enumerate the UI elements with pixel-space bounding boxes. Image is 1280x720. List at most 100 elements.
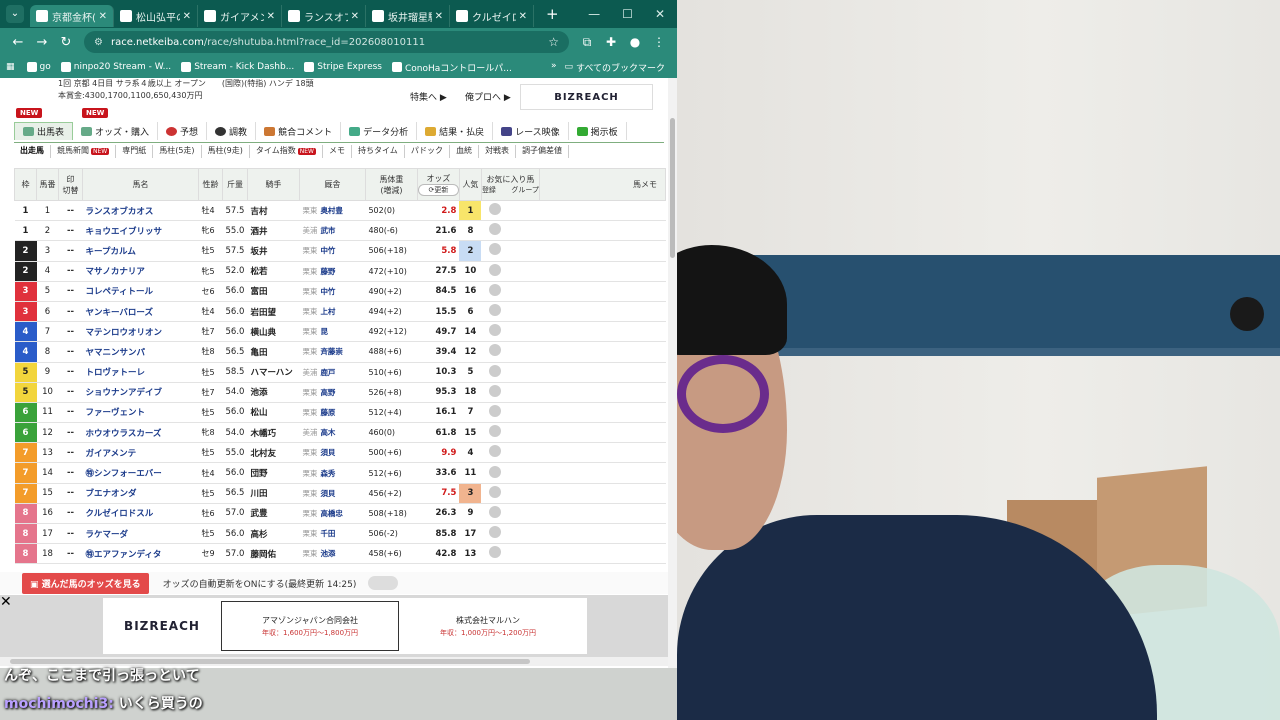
trainer-cell[interactable]: 栗東 藤原 — [299, 402, 366, 424]
close-tab-icon[interactable]: ✕ — [519, 11, 527, 22]
subtab-mochitime[interactable]: 持ちタイム — [352, 145, 405, 158]
trainer-cell[interactable]: 栗東 千田 — [299, 523, 366, 545]
horse-name-link[interactable]: ㊕エアファンディタ — [82, 543, 199, 565]
subtab-shinbun[interactable]: 競馬新聞 NEW — [51, 145, 117, 158]
jockey-link[interactable]: 富田 — [247, 281, 300, 302]
close-tab-icon[interactable]: ✕ — [351, 11, 359, 22]
ad-company[interactable]: アマゾンジャパン合同会社 年収：1,600万円〜1,800万円 — [221, 601, 399, 651]
tab-odds[interactable]: オッズ・購入 — [73, 122, 159, 140]
trainer-cell[interactable]: 栗東 中竹 — [299, 240, 366, 262]
url-input[interactable]: ⚙ race.netkeiba.com/race/shutuba.html?ra… — [84, 31, 569, 53]
favorite-add-button[interactable] — [481, 301, 510, 323]
mark-select[interactable]: -- — [58, 402, 83, 424]
horse-name-link[interactable]: クルゼイロドスル — [82, 503, 199, 525]
mark-select[interactable]: -- — [58, 362, 83, 383]
trainer-cell[interactable]: 栗東 上村 — [299, 301, 366, 323]
browser-tab[interactable]: 松山弘平のS✕ — [114, 5, 198, 27]
mark-select[interactable]: -- — [58, 301, 83, 323]
subtab-taisen[interactable]: 対戦表 — [479, 145, 517, 158]
bookmark-item[interactable]: ConoHaコントロールパ... — [391, 61, 512, 74]
jockey-link[interactable]: 坂井 — [247, 240, 300, 262]
tokushu-link[interactable]: 特集へ ▶ — [410, 90, 447, 103]
jockey-link[interactable]: ハマーハン — [247, 362, 300, 383]
favorite-add-button[interactable] — [481, 341, 510, 363]
memo-cell[interactable] — [539, 442, 666, 464]
bizreach-banner[interactable]: BIZREACH — [520, 84, 653, 110]
subtab-blood[interactable]: 血統 — [450, 145, 480, 158]
horse-name-link[interactable]: ヤマニンサンパ — [82, 341, 199, 363]
subtab-shusso[interactable]: 出走馬 — [14, 145, 51, 158]
mark-select[interactable]: -- — [58, 261, 83, 282]
col-name[interactable]: 馬名 — [82, 168, 199, 201]
bookmark-item[interactable]: ninpo20 Stream - W... — [60, 62, 171, 72]
col-weight[interactable]: 馬体重 (増減) — [364, 168, 418, 201]
favorite-add-button[interactable] — [481, 382, 510, 403]
subtab-bachu5[interactable]: 馬柱(5走) — [153, 145, 202, 158]
memo-cell[interactable] — [539, 220, 666, 242]
trainer-cell[interactable]: 栗東 須貝 — [299, 442, 366, 464]
vertical-scrollbar[interactable] — [668, 78, 677, 668]
favorite-add-button[interactable] — [481, 402, 510, 424]
favorite-add-button[interactable] — [481, 261, 510, 282]
favorite-add-button[interactable] — [481, 543, 510, 565]
close-tab-icon[interactable]: ✕ — [435, 11, 443, 22]
back-icon[interactable]: ← — [6, 35, 30, 50]
horse-name-link[interactable]: ㊕シンフォーエバー — [82, 462, 199, 484]
horse-name-link[interactable]: ランスオブカオス — [82, 200, 199, 222]
favorite-add-button[interactable] — [481, 200, 510, 222]
horse-name-link[interactable]: マサノカナリア — [82, 261, 199, 282]
trainer-cell[interactable]: 美浦 鹿戸 — [299, 362, 366, 383]
maximize-icon[interactable]: ☐ — [622, 7, 633, 21]
trainer-cell[interactable]: 栗東 藤野 — [299, 261, 366, 282]
jockey-link[interactable]: 藤岡佑 — [247, 543, 300, 565]
trainer-cell[interactable]: 栗東 高野 — [299, 382, 366, 403]
browser-tab[interactable]: クルゼイロドス✕ — [450, 5, 534, 27]
tab-search-icon[interactable]: ⌄ — [6, 5, 24, 23]
col-odds[interactable]: オッズ ⟳更新 — [416, 168, 460, 201]
subtab-paddock[interactable]: パドック — [405, 145, 451, 158]
menu-icon[interactable]: ⋮ — [647, 35, 671, 49]
tab-chokyo[interactable]: 調教 — [207, 122, 257, 140]
tab-shutuba[interactable]: 出馬表 — [14, 122, 74, 140]
memo-cell[interactable] — [539, 503, 666, 525]
horse-name-link[interactable]: ホウオウラスカーズ — [82, 422, 199, 444]
memo-cell[interactable] — [539, 543, 666, 565]
mark-select[interactable]: -- — [58, 523, 83, 545]
subtab-memo[interactable]: メモ — [323, 145, 352, 158]
favorite-add-button[interactable] — [481, 220, 510, 242]
memo-cell[interactable] — [539, 362, 666, 383]
close-ad-icon[interactable]: ✕ — [0, 595, 14, 609]
favorite-add-button[interactable] — [481, 442, 510, 464]
jockey-link[interactable]: 亀田 — [247, 341, 300, 363]
tab-yoso[interactable]: 予想 — [158, 122, 208, 140]
horse-name-link[interactable]: ショウナンアデイブ — [82, 382, 199, 403]
close-window-icon[interactable]: ✕ — [655, 7, 665, 21]
trainer-cell[interactable]: 栗東 奥村豊 — [299, 200, 366, 222]
memo-cell[interactable] — [539, 382, 666, 403]
tab-data[interactable]: データ分析 — [341, 122, 418, 140]
favorite-add-button[interactable] — [481, 483, 510, 504]
trainer-cell[interactable]: 栗東 斉藤崇 — [299, 341, 366, 363]
jockey-link[interactable]: 岩田望 — [247, 301, 300, 323]
scroll-thumb[interactable] — [670, 118, 675, 258]
horse-name-link[interactable]: ヤンキーバローズ — [82, 301, 199, 323]
ad-company[interactable]: 株式会社マルハン 年収：1,000万円〜1,200万円 — [399, 601, 577, 651]
jockey-link[interactable]: 吉村 — [247, 200, 300, 222]
horse-name-link[interactable]: ラケマーダ — [82, 523, 199, 545]
forward-icon[interactable]: → — [30, 35, 54, 50]
subtab-choshi[interactable]: 調子偏差値 — [516, 145, 570, 158]
subtab-time[interactable]: タイム指数 NEW — [250, 145, 323, 158]
subtab-bachu9[interactable]: 馬柱(9走) — [202, 145, 250, 158]
jockey-link[interactable]: 木幡巧 — [247, 422, 300, 444]
browser-tab[interactable]: 坂井瑠星騎手✕ — [366, 5, 450, 27]
browser-tab[interactable]: ガイアメンテ✕ — [198, 5, 282, 27]
jockey-link[interactable]: 松若 — [247, 261, 300, 282]
mark-select[interactable]: -- — [58, 240, 83, 262]
bookmark-item[interactable]: Stripe Express — [304, 62, 382, 72]
jockey-link[interactable]: 川田 — [247, 483, 300, 504]
auto-update-toggle[interactable] — [368, 576, 399, 590]
extensions-icon[interactable]: ✚ — [599, 35, 623, 49]
mark-select[interactable]: -- — [58, 321, 83, 343]
favorite-add-button[interactable] — [481, 523, 510, 545]
mark-select[interactable]: -- — [58, 382, 83, 403]
